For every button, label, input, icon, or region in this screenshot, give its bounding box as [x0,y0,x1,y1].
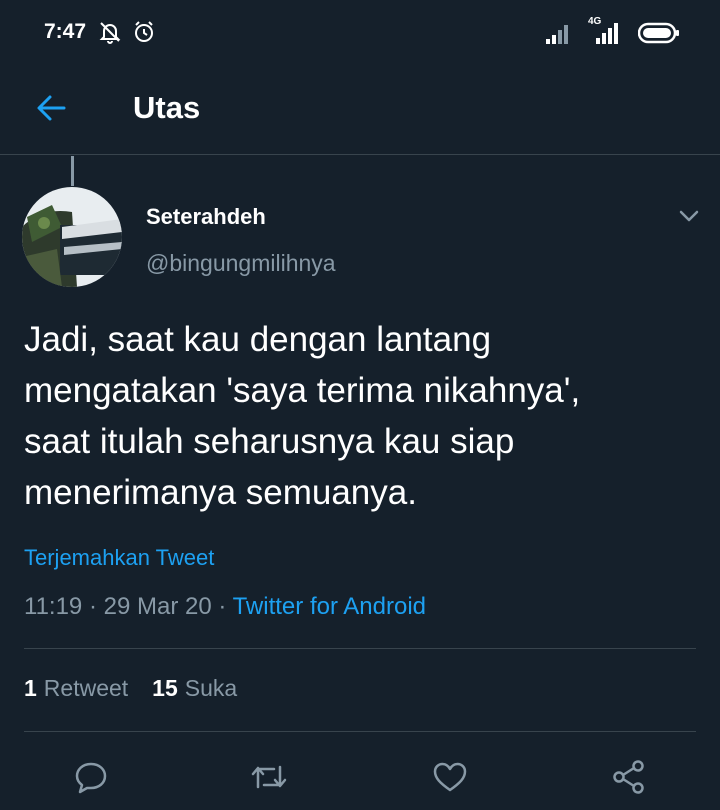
like-stat-label: Suka [184,675,238,701]
like-stat[interactable]: 15 Suka [152,675,237,702]
reply-button[interactable] [69,755,113,799]
share-icon [613,760,644,794]
meta-separator: · [88,593,97,620]
status-left-icons [98,20,156,44]
signal-4g-icon [596,23,618,44]
retweet-button[interactable] [247,755,291,799]
tweet-action-bar [0,745,720,805]
retweet-stat[interactable]: 1 Retweet [24,675,128,702]
like-icon [433,762,467,792]
alarm-icon [135,21,153,42]
arrow-left-icon [37,95,66,121]
signal-4g-indicator: 4G [588,16,624,44]
back-button[interactable] [30,88,74,128]
tweet-date: 29 Mar 20 [103,593,212,620]
retweet-icon [251,765,287,789]
translate-tweet-link[interactable]: Terjemahkan Tweet [24,545,214,571]
page-title: Utas [133,90,201,125]
status-time: 7:47 [44,20,87,43]
tweet-metadata: 11:19 · 29 Mar 20 · Twitter for Android [24,593,426,621]
status-bar: 7:47 4G [0,0,720,62]
tweet-source-link[interactable]: Twitter for Android [233,593,426,620]
author-handle[interactable]: @bingungmilihnya [146,250,336,277]
status-right-icons: 4G [546,16,680,44]
reply-icon [75,762,107,794]
tweet-time: 11:19 [24,593,83,620]
meta-separator: · [218,593,227,620]
battery-icon [638,22,679,44]
tweet-detail-screen: 7:47 4G Utas Seterahdeh @bingungmilihnya… [0,0,720,810]
signal-icon [546,25,568,44]
tweet-stats: 1 Retweet 15 Suka [24,675,237,702]
avatar-image [22,187,122,287]
notifications-off-icon [99,22,121,44]
author-display-name[interactable]: Seterahdeh [146,204,266,230]
divider [24,648,696,649]
chevron-down-icon [679,210,699,222]
tweet-options-button[interactable] [672,202,706,230]
app-header: Utas [0,62,720,155]
avatar[interactable] [22,187,122,287]
like-count: 15 [152,675,178,701]
share-button[interactable] [607,755,651,799]
retweet-count: 1 [24,675,37,701]
retweet-stat-label: Retweet [43,675,129,701]
tweet-text: Jadi, saat kau dengan lantang mengatakan… [24,320,581,512]
divider [24,731,696,732]
like-button[interactable] [428,755,472,799]
thread-connector-line [71,156,74,186]
